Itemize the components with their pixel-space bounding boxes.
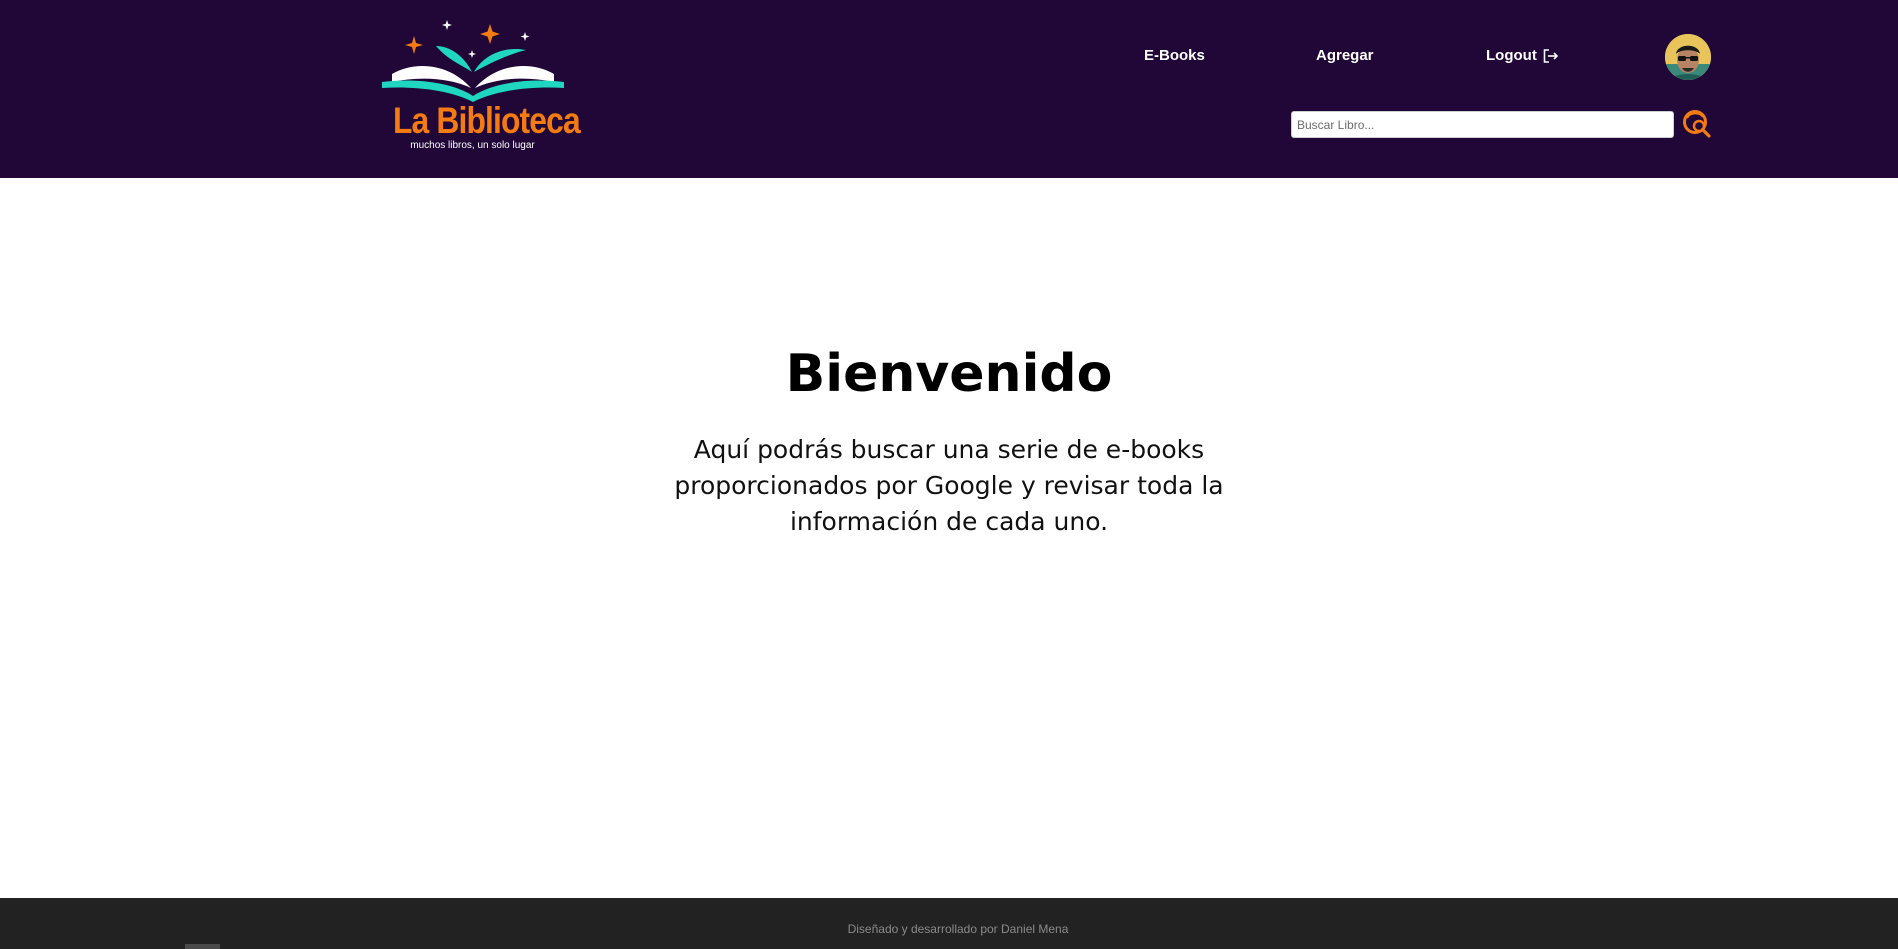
nav-logout-link[interactable]: Logout xyxy=(1486,47,1559,64)
logo-title: La Biblioteca xyxy=(392,100,581,141)
footer-scroll-marker xyxy=(185,944,220,949)
search-button[interactable] xyxy=(1682,109,1712,139)
search-input[interactable] xyxy=(1291,111,1674,138)
search-icon xyxy=(1683,110,1711,138)
nav-ebooks-link[interactable]: E-Books xyxy=(1144,47,1205,64)
logo[interactable]: La Biblioteca muchos libros, un solo lug… xyxy=(380,16,581,156)
footer-credit: Diseñado y desarrollado por Daniel Mena xyxy=(847,922,1069,936)
logo-tagline: muchos libros, un solo lugar xyxy=(410,140,535,151)
header: La Biblioteca muchos libros, un solo lug… xyxy=(0,0,1898,178)
nav-logout-label: Logout xyxy=(1486,47,1537,64)
welcome-title: Bienvenido xyxy=(785,344,1113,404)
welcome-description: Aquí podrás buscar una serie de e-books … xyxy=(674,435,1224,536)
footer: Diseñado y desarrollado por Daniel Mena xyxy=(0,898,1898,949)
user-avatar-icon xyxy=(1665,34,1711,80)
user-avatar[interactable] xyxy=(1665,34,1711,80)
logout-icon xyxy=(1543,48,1558,63)
open-book-logo-icon xyxy=(382,20,564,102)
nav-agregar-link[interactable]: Agregar xyxy=(1316,47,1374,64)
